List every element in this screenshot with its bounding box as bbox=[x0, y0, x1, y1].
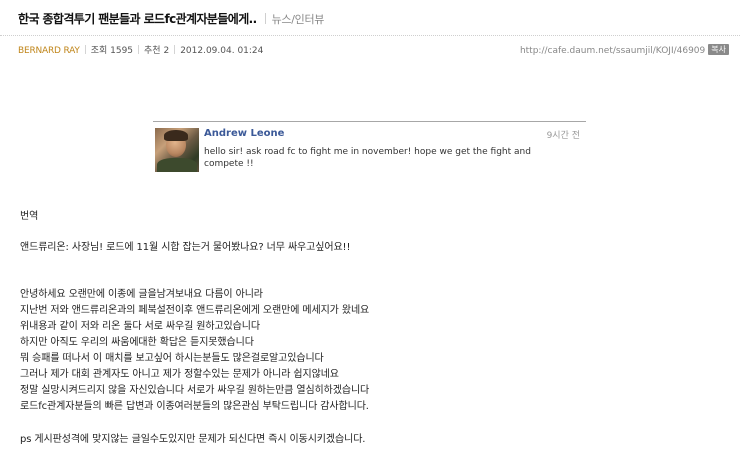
body-line: 그러나 제가 대회 관계자도 아니고 제가 정할수있는 문제가 아니라 쉽지않네… bbox=[20, 369, 339, 380]
post-url: http://cafe.daum.net/ssaumjil/KOJI/46909 bbox=[519, 46, 706, 56]
post-body-paragraph: 안녕하세요 오랜만에 이종에 글을남겨보내요 다름이 아니라 지난번 저와 앤드… bbox=[20, 287, 369, 415]
category-link[interactable]: 뉴스/인터뷰 bbox=[272, 13, 325, 26]
body-line: 지난번 저와 앤드류리온과의 페북설전이후 앤드류리온에게 오랜만에 메세지가 … bbox=[20, 305, 370, 316]
post-header: 한국 종합격투기 팬분들과 로드fc관계자분들에게.. 뉴스/인터뷰 bbox=[18, 8, 733, 30]
body-line: 하지만 아직도 우리의 싸움에대한 확답은 듣지못했습니다 bbox=[20, 337, 254, 348]
post-meta: BERNARD RAY 조회 1595 추천 2 2012.09.04. 01:24 … bbox=[18, 42, 733, 60]
post-datetime: 2012.09.04. 01:24 bbox=[180, 46, 264, 56]
copy-url-button[interactable]: 복사 bbox=[708, 44, 729, 55]
post-title: 한국 종합격투기 팬분들과 로드fc관계자분들에게.. bbox=[18, 12, 257, 26]
author-link[interactable]: BERNARD RAY bbox=[18, 46, 80, 56]
body-line: 로드fc관계자분들의 빠른 답변과 이종여러분들의 많은관심 부탁드립니다 감사… bbox=[20, 401, 369, 412]
meta-divider bbox=[84, 45, 86, 54]
translation-label: 번역 bbox=[20, 211, 39, 222]
title-divider bbox=[264, 13, 266, 24]
recommend-count: 추천 2 bbox=[144, 46, 170, 56]
facebook-message-embed: Andrew Leone 9시간 전 hello sir! ask road f… bbox=[153, 121, 586, 177]
body-line: 정말 실망시켜드리지 않을 자신있습니다 서로가 싸우길 원하는만큼 열심히하겠… bbox=[20, 385, 370, 396]
body-line: 위내용과 같이 저와 리온 둘다 서로 싸우길 원하고있습니다 bbox=[20, 321, 260, 332]
post-url-area: http://cafe.daum.net/ssaumjil/KOJI/46909… bbox=[520, 42, 729, 60]
sender-name[interactable]: Andrew Leone bbox=[204, 128, 284, 139]
body-line: 뭐 승패를 떠나서 이 매치를 보고싶어 하시는분들도 많은걸로알고있습니다 bbox=[20, 353, 324, 364]
message-time: 9시간 전 bbox=[546, 131, 580, 141]
message-text: hello sir! ask road fc to fight me in no… bbox=[204, 147, 531, 169]
avatar bbox=[155, 128, 199, 172]
header-divider bbox=[0, 35, 740, 36]
translation-text: 앤드류리온: 사장님! 로드에 11월 시합 잡는거 물어봤나요? 너무 싸우고… bbox=[20, 242, 351, 253]
body-line: 안녕하세요 오랜만에 이종에 글을남겨보내요 다름이 아니라 bbox=[20, 289, 263, 300]
meta-divider bbox=[138, 45, 140, 54]
meta-divider bbox=[174, 45, 176, 54]
view-count: 조회 1595 bbox=[90, 46, 134, 56]
ps-note: ps 게시판성격에 맞지않는 글일수도있지만 문제가 되신다면 즉시 이동시키겠… bbox=[20, 434, 366, 445]
